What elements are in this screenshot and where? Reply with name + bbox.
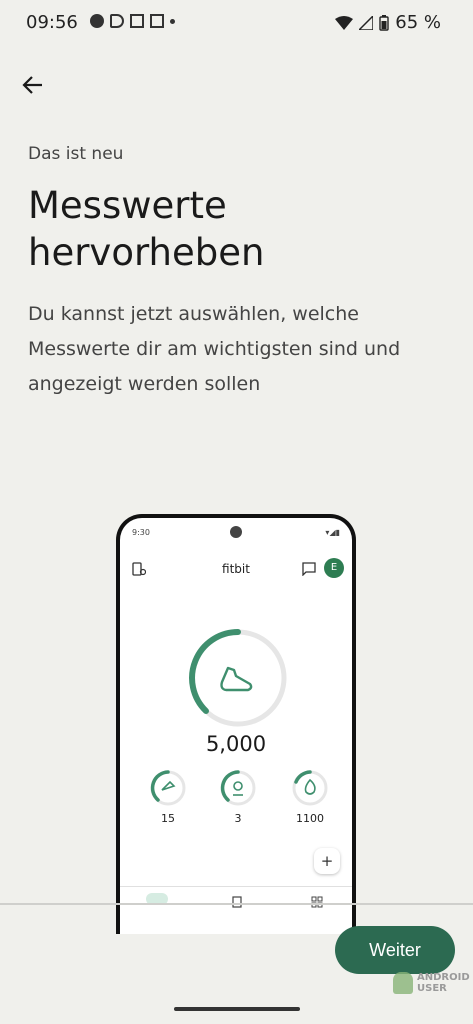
add-icon: + xyxy=(314,848,340,874)
location-icon xyxy=(220,770,256,806)
android-robot-icon xyxy=(393,972,413,994)
footer-divider xyxy=(0,903,473,905)
app-d-icon xyxy=(110,14,124,28)
notification-icons xyxy=(90,14,175,28)
phone-preview-illustration: 9:30 ▾◢▮ fitbit E 5,000 15 3 1100 + xyxy=(116,514,356,934)
next-button[interactable]: Weiter xyxy=(335,926,455,974)
message-icon xyxy=(302,562,316,576)
watermark-line-1: ANDROID xyxy=(417,972,470,983)
status-time: 09:56 xyxy=(26,12,78,33)
preview-status-bar: 9:30 ▾◢▮ xyxy=(132,526,340,542)
page-description: Du kannst jetzt auswählen, welche Messwe… xyxy=(28,303,401,395)
preview-signal-icon: ▾◢▮ xyxy=(325,528,340,537)
metric-calories: 1100 xyxy=(288,768,332,825)
more-notifications-icon xyxy=(170,18,175,24)
preview-time: 9:30 xyxy=(132,528,150,537)
metric-calories-value: 1100 xyxy=(296,812,324,825)
steps-ring xyxy=(189,629,287,727)
wifi-icon xyxy=(335,15,354,30)
facebook-icon xyxy=(90,14,104,28)
preview-app-header: fitbit E xyxy=(120,558,352,582)
gmail-icon xyxy=(130,14,144,28)
title-line-2: hervorheben xyxy=(28,231,265,274)
metric-zone: 15 xyxy=(146,768,190,825)
metric-location: 3 xyxy=(216,768,260,825)
metric-zone-value: 15 xyxy=(161,812,175,825)
flame-icon xyxy=(292,770,328,806)
shoe-icon xyxy=(220,666,253,692)
avatar: E xyxy=(324,558,344,578)
watermark-text: ANDROID USER xyxy=(417,972,470,994)
battery-icon xyxy=(379,14,389,31)
back-button[interactable] xyxy=(18,70,48,100)
cell-signal-icon xyxy=(359,15,374,30)
status-bar: 09:56 65 % xyxy=(0,0,473,46)
gmail-icon-2 xyxy=(150,14,164,28)
preview-app-name: fitbit xyxy=(222,562,250,576)
steps-value: 5,000 xyxy=(205,732,267,756)
zone-icon xyxy=(150,770,186,806)
battery-percent: 65 % xyxy=(395,12,441,33)
metric-location-value: 3 xyxy=(234,812,242,825)
camera-cutout xyxy=(230,526,242,538)
arrow-back-icon xyxy=(22,76,42,94)
status-right: 65 % xyxy=(335,12,441,33)
eyebrow-label: Das ist neu xyxy=(28,144,124,164)
watermark-line-2: USER xyxy=(417,983,447,994)
gesture-bar[interactable] xyxy=(174,1007,300,1011)
watermark-logo: ANDROID USER xyxy=(393,970,473,998)
page-title: Messwerte hervorheben xyxy=(28,182,448,276)
title-line-1: Messwerte xyxy=(28,184,227,227)
